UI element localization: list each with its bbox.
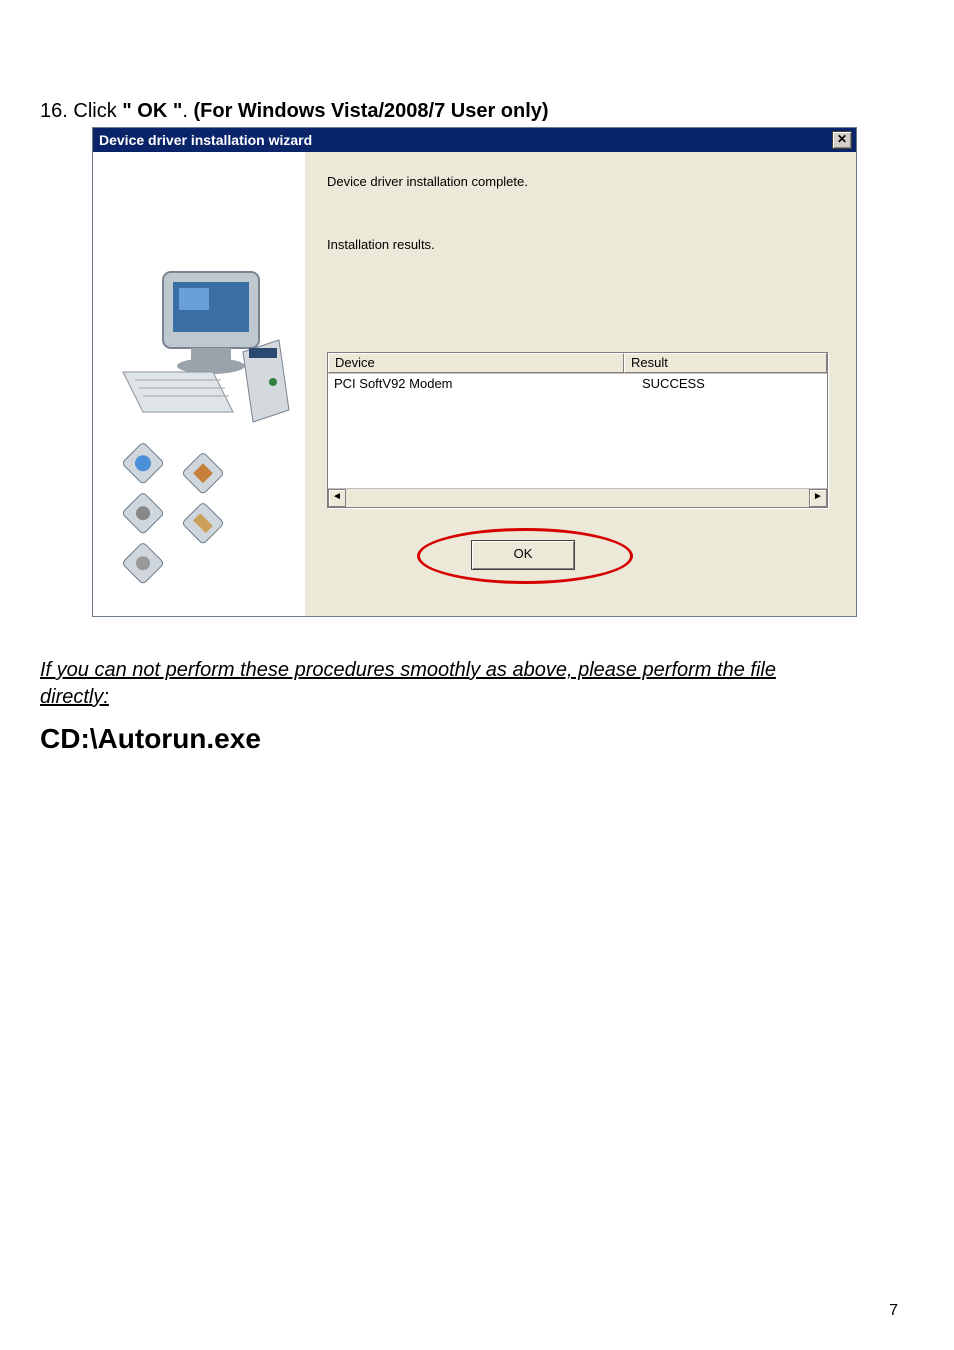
- note-line2: directly:: [40, 686, 109, 708]
- install-wizard-dialog: Device driver installation wizard ✕: [92, 127, 857, 617]
- dialog-titlebar: Device driver installation wizard ✕: [93, 128, 856, 152]
- step-quoted: " OK ": [122, 100, 182, 122]
- dialog-title: Device driver installation wizard: [99, 132, 312, 148]
- step-period: .: [182, 100, 193, 122]
- install-complete-text: Device driver installation complete.: [327, 174, 828, 189]
- step-instruction: 16. Click " OK ". (For Windows Vista/200…: [40, 100, 914, 123]
- cell-device: PCI SoftV92 Modem: [328, 376, 636, 391]
- column-device[interactable]: Device: [328, 353, 624, 373]
- step-paren: (For Windows Vista/2008/7 User only): [193, 100, 548, 122]
- dialog-main-pane: Device driver installation complete. Ins…: [305, 152, 856, 616]
- results-header: Device Result: [328, 353, 827, 374]
- note-line1: If you can not perform these procedures …: [40, 659, 776, 681]
- table-row[interactable]: PCI SoftV92 Modem SUCCESS: [328, 374, 827, 393]
- install-results-label: Installation results.: [327, 237, 828, 252]
- dialog-body: Device driver installation complete. Ins…: [93, 152, 856, 616]
- document-page: 16. Click " OK ". (For Windows Vista/200…: [0, 0, 954, 1350]
- scroll-left-icon[interactable]: ◄: [328, 489, 346, 507]
- ok-button[interactable]: OK: [471, 540, 575, 570]
- step-number: 16.: [40, 100, 68, 122]
- step-verb: Click: [73, 100, 122, 122]
- page-number: 7: [889, 1302, 898, 1320]
- scroll-right-icon[interactable]: ►: [809, 489, 827, 507]
- cell-result: SUCCESS: [636, 376, 827, 391]
- wizard-side-graphic: [93, 152, 305, 616]
- computer-hardware-icon: [93, 152, 305, 616]
- dialog-button-row: OK: [327, 532, 828, 580]
- cd-autorun-path: CD:\Autorun.exe: [40, 723, 914, 755]
- column-result[interactable]: Result: [624, 353, 827, 373]
- manual-run-note: If you can not perform these procedures …: [40, 657, 914, 711]
- horizontal-scrollbar[interactable]: ◄ ►: [328, 488, 827, 507]
- close-icon[interactable]: ✕: [832, 131, 852, 149]
- results-listview[interactable]: Device Result PCI SoftV92 Modem SUCCESS …: [327, 352, 828, 508]
